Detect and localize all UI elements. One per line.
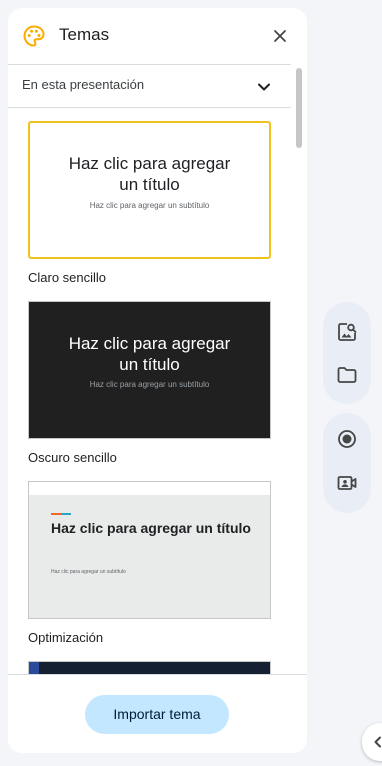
image-search-icon[interactable] [335, 320, 359, 344]
record-icon[interactable] [335, 427, 359, 451]
theme-name-optimizacion: Optimización [28, 630, 104, 645]
expand-side-panel-button[interactable] [362, 723, 382, 761]
folder-icon[interactable] [335, 363, 359, 387]
themes-panel: Temas En esta presentación Haz clic para… [8, 8, 307, 753]
panel-header: Temas [8, 8, 307, 64]
import-theme-button[interactable]: Importar tema [85, 695, 229, 734]
side-toolbar-group-top [323, 302, 371, 404]
theme-name-oscuro-sencillo: Oscuro sencillo [28, 450, 117, 465]
thumbnail-subtitle: Haz clic para agregar un subtítulo [51, 569, 126, 575]
scrollbar-thumb[interactable] [296, 68, 302, 148]
camera-icon[interactable] [335, 471, 359, 495]
panel-footer: Importar tema [8, 674, 307, 753]
theme-source-dropdown[interactable]: En esta presentación [8, 64, 291, 108]
thumbnail-title: Haz clic para agregar un título [68, 154, 231, 194]
thumbnail-subtitle: Haz clic para agregar un subtítulo [89, 201, 210, 210]
theme-thumbnail-oscuro-sencillo[interactable]: Haz clic para agregar un título Haz clic… [28, 301, 271, 439]
thumbnail-title: Haz clic para agregar un título [68, 334, 231, 374]
side-toolbar-group-bottom [323, 413, 371, 513]
palette-icon [23, 25, 45, 47]
theme-thumbnail-claro-sencillo[interactable]: Haz clic para agregar un título Haz clic… [28, 121, 271, 259]
theme-thumbnail-optimizacion[interactable]: Haz clic para agregar un título Haz clic… [28, 481, 271, 619]
dropdown-label: En esta presentación [22, 77, 145, 92]
chevron-left-icon [374, 736, 381, 748]
chevron-down-icon [258, 83, 270, 91]
thumbnail-accent-line [51, 513, 71, 515]
thumbnail-subtitle: Haz clic para agregar un subtítulo [89, 380, 210, 389]
thumbnail-header-bar [29, 482, 270, 495]
close-icon[interactable] [270, 26, 290, 46]
panel-title: Temas [59, 25, 110, 44]
theme-name-claro-sencillo: Claro sencillo [28, 270, 107, 285]
thumbnail-title: Haz clic para agregar un título [51, 520, 251, 536]
